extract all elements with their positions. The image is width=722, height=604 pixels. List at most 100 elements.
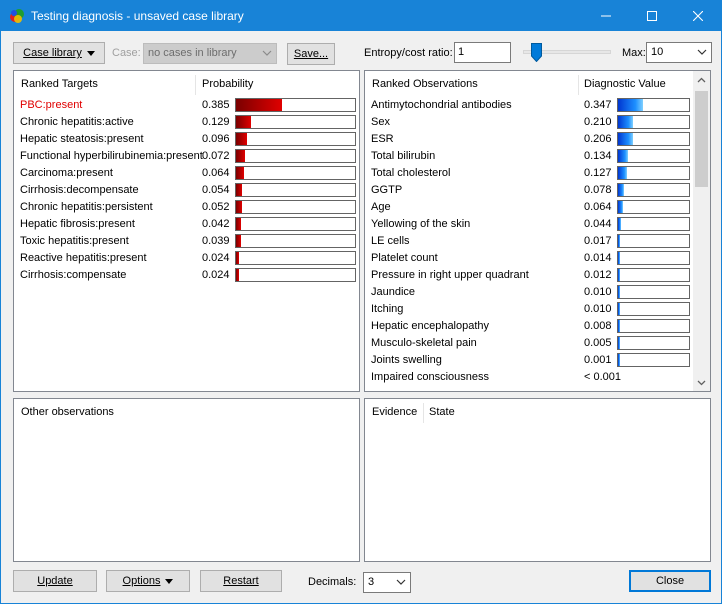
observation-row-value: 0.005 (584, 337, 612, 349)
observation-row[interactable]: Jaundice 0.010 (365, 284, 710, 301)
target-row-value: 0.039 (202, 235, 230, 247)
target-row[interactable]: Hepatic steatosis:present 0.096 (14, 131, 359, 148)
observation-row[interactable]: Platelet count 0.014 (365, 250, 710, 267)
observation-row-value: 0.010 (584, 286, 612, 298)
evidence-panel[interactable]: Evidence State (364, 398, 711, 562)
observation-row[interactable]: Itching 0.010 (365, 301, 710, 318)
restart-button[interactable]: Restart (200, 570, 282, 592)
target-row-name: Cirrhosis:compensate (20, 269, 127, 281)
observation-row[interactable]: Joints swelling 0.001 (365, 352, 710, 369)
observation-row-name: Joints swelling (371, 354, 442, 366)
target-row-bar-fill (236, 269, 239, 281)
target-row[interactable]: Cirrhosis:decompensate 0.054 (14, 182, 359, 199)
observation-row[interactable]: Impaired consciousness < 0.001 (365, 369, 710, 386)
target-row-name: Cirrhosis:decompensate (20, 184, 139, 196)
ranked-targets-panel[interactable]: Ranked Targets Probability PBC:present 0.… (13, 70, 360, 392)
observations-scrollbar[interactable] (693, 71, 710, 391)
observation-row[interactable]: LE cells 0.017 (365, 233, 710, 250)
target-row[interactable]: Functional hyperbilirubinemia:present 0.0… (14, 148, 359, 165)
observation-row[interactable]: Total bilirubin 0.134 (365, 148, 710, 165)
target-row-value: 0.385 (202, 99, 230, 111)
minimize-button[interactable] (583, 1, 629, 31)
close-window-button[interactable] (675, 1, 721, 31)
target-row[interactable]: Carcinoma:present 0.064 (14, 165, 359, 182)
other-observations-header[interactable]: Other observations (21, 406, 114, 418)
target-row-value: 0.024 (202, 269, 230, 281)
save-button[interactable]: Save... (287, 43, 335, 65)
target-row-bar-fill (236, 167, 244, 179)
target-row-name: Hepatic steatosis:present (20, 133, 144, 145)
target-row[interactable]: Toxic hepatitis:present 0.039 (14, 233, 359, 250)
evidence-header[interactable]: Evidence (372, 406, 417, 418)
observation-row-bar-fill (618, 150, 628, 162)
observation-row-value: 0.008 (584, 320, 612, 332)
target-row[interactable]: Chronic hepatitis:active 0.129 (14, 114, 359, 131)
observation-row-value: 0.127 (584, 167, 612, 179)
observation-row-value: 0.017 (584, 235, 612, 247)
scroll-down-button[interactable] (693, 374, 710, 391)
observation-row[interactable]: Hepatic encephalopathy 0.008 (365, 318, 710, 335)
observations-value-header[interactable]: Diagnostic Value (584, 78, 666, 90)
chevron-up-icon (697, 77, 706, 82)
title-bar[interactable]: Testing diagnosis - unsaved case library (1, 1, 721, 31)
target-row[interactable]: Hepatic fibrosis:present 0.042 (14, 216, 359, 233)
ratio-slider-thumb[interactable] (531, 43, 542, 62)
observation-row-bar-fill (618, 235, 620, 247)
observation-row[interactable]: Yellowing of the skin 0.044 (365, 216, 710, 233)
ratio-input[interactable]: 1 (454, 42, 511, 63)
observation-row[interactable]: GGTP 0.078 (365, 182, 710, 199)
observation-row-name: Jaundice (371, 286, 416, 298)
maximize-button[interactable] (629, 1, 675, 31)
observation-row-bar (617, 268, 690, 282)
state-header[interactable]: State (429, 406, 455, 418)
target-row[interactable]: PBC:present 0.385 (14, 97, 359, 114)
options-button[interactable]: Options (106, 570, 190, 592)
target-row-value: 0.129 (202, 116, 230, 128)
scroll-up-button[interactable] (693, 71, 710, 88)
update-label: Update (37, 575, 73, 587)
target-row[interactable]: Chronic hepatitis:persistent 0.052 (14, 199, 359, 216)
observations-list: Antimytochondrial antibodies 0.347 Sex 0.21… (365, 97, 710, 386)
target-row-bar-fill (236, 116, 251, 128)
targets-value-header[interactable]: Probability (202, 78, 253, 90)
observation-row[interactable]: Pressure in right upper quadrant 0.012 (365, 267, 710, 284)
observation-row[interactable]: Antimytochondrial antibodies 0.347 (365, 97, 710, 114)
observation-row-bar (617, 200, 690, 214)
update-button[interactable]: Update (13, 570, 97, 592)
case-label: Case: (112, 47, 141, 59)
observation-row[interactable]: Sex 0.210 (365, 114, 710, 131)
observation-row[interactable]: Total cholesterol 0.127 (365, 165, 710, 182)
scrollbar-thumb[interactable] (695, 91, 708, 187)
observation-row-name: Age (371, 201, 391, 213)
observations-name-header[interactable]: Ranked Observations (372, 78, 478, 90)
max-select[interactable]: 10 (646, 42, 712, 63)
target-row[interactable]: Cirrhosis:compensate 0.024 (14, 267, 359, 284)
observation-row-value: 0.014 (584, 252, 612, 264)
target-row-name: Functional hyperbilirubinemia:present (20, 150, 203, 162)
column-divider[interactable] (423, 403, 424, 423)
column-divider[interactable] (195, 75, 196, 95)
targets-name-header[interactable]: Ranked Targets (21, 78, 98, 90)
target-row[interactable]: Reactive hepatitis:present 0.024 (14, 250, 359, 267)
app-window: Testing diagnosis - unsaved case library… (0, 0, 722, 604)
observation-row[interactable]: Musculo-skeletal pain 0.005 (365, 335, 710, 352)
close-button[interactable]: Close (629, 570, 711, 592)
target-row-bar (235, 115, 356, 129)
observation-row[interactable]: Age 0.064 (365, 199, 710, 216)
minimize-icon (601, 15, 611, 17)
observation-row-name: GGTP (371, 184, 403, 196)
dropdown-arrow-icon (86, 50, 95, 56)
decimals-select[interactable]: 3 (363, 572, 411, 593)
target-row-bar (235, 98, 356, 112)
target-row-name: Toxic hepatitis:present (20, 235, 129, 247)
observation-row-value: 0.010 (584, 303, 612, 315)
column-divider[interactable] (578, 75, 579, 95)
ranked-observations-panel[interactable]: Ranked Observations Diagnostic Value Ant… (364, 70, 711, 392)
close-icon (693, 11, 703, 21)
observation-row-value: 0.347 (584, 99, 612, 111)
observation-row-bar-fill (618, 184, 624, 196)
observation-row[interactable]: ESR 0.206 (365, 131, 710, 148)
target-row-bar (235, 234, 356, 248)
other-observations-panel[interactable]: Other observations (13, 398, 360, 562)
case-library-button[interactable]: Case library (13, 42, 105, 64)
